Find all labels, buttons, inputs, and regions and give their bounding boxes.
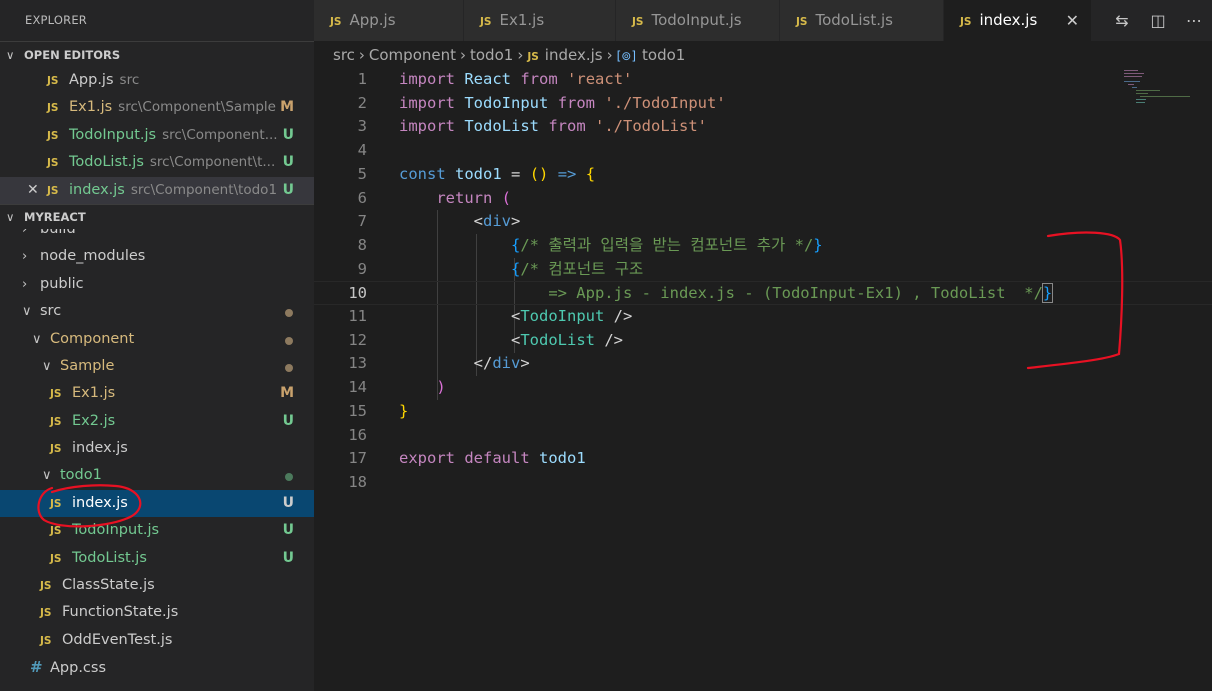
more-actions-icon[interactable]: ⋯ (1176, 11, 1212, 30)
annotation-circle-sidebar (37, 484, 142, 528)
chevron-right-icon: › (358, 46, 365, 64)
js-file-icon: JS (796, 16, 808, 28)
code-editor[interactable]: 1 import React from 'react' 2 import TodoIn… (314, 68, 1212, 691)
chevron-right-icon: › (517, 46, 524, 64)
tab-app-js[interactable]: JS App.js (314, 0, 464, 41)
split-editor-icon[interactable]: ◫ (1140, 11, 1176, 30)
chevron-right-icon: › (606, 46, 613, 64)
js-file-icon: JS (330, 16, 342, 28)
tab-todoinput-js[interactable]: JS TodoInput.js (616, 0, 780, 41)
breadcrumb-item[interactable]: todo1 (470, 46, 513, 64)
chevron-right-icon: › (460, 46, 466, 64)
open-changes-icon[interactable]: ⇆ (1104, 11, 1140, 30)
symbol-variable-icon: [⊚] (616, 49, 637, 63)
tab-label: App.js (349, 11, 396, 29)
tab-label: Ex1.js (499, 11, 545, 29)
breadcrumb-symbol[interactable]: todo1 (642, 46, 685, 64)
breadcrumb: src › Component › todo1 › JS index.js › [⊚] todo1 (314, 41, 1212, 69)
tab-label: TodoList.js (815, 11, 893, 29)
js-file-icon: JS (632, 16, 644, 28)
tab-label: TodoInput.js (651, 11, 742, 29)
breadcrumb-file[interactable]: index.js (545, 46, 603, 64)
tab-label: index.js (979, 11, 1038, 29)
breadcrumb-item[interactable]: Component (369, 46, 456, 64)
tab-index-js[interactable]: JS index.js ✕ (944, 0, 1092, 41)
editor-actions: ⇆ ◫ ⋯ (1104, 0, 1212, 41)
minimap[interactable] (1124, 68, 1204, 108)
tab-todolist-js[interactable]: JS TodoList.js (780, 0, 944, 41)
explorer-sidebar: EXPLORER ∨ OPEN EDITORS JS App.js src JS Ex1… (0, 0, 314, 691)
annotation-bracket (1026, 231, 1124, 370)
js-file-icon: JS (960, 16, 972, 28)
js-file-icon: JS (527, 51, 539, 63)
close-icon[interactable]: ✕ (1066, 0, 1079, 41)
breadcrumb-item[interactable]: src (333, 46, 355, 64)
tab-ex1-js[interactable]: JS Ex1.js (464, 0, 616, 41)
js-file-icon: JS (480, 16, 492, 28)
tab-bar: JS App.js JS Ex1.js JS TodoInput.js JS TodoList… (314, 0, 1212, 41)
